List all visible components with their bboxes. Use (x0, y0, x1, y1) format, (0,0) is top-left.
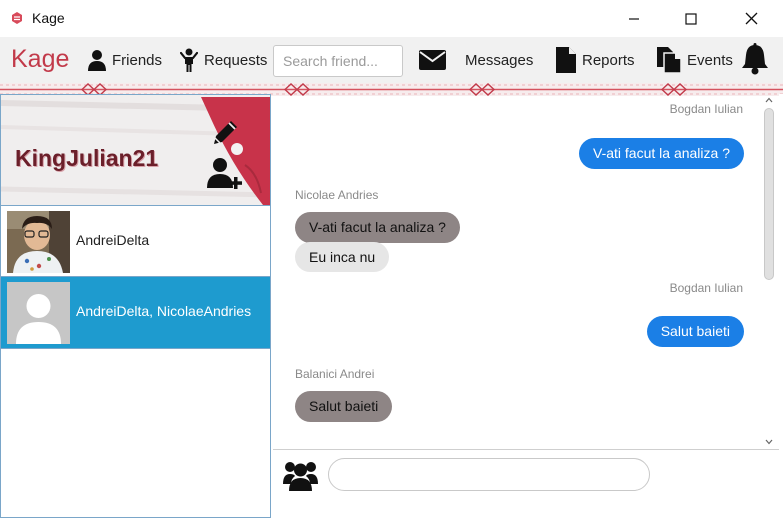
pencil-icon (214, 121, 237, 144)
window-title: Kage (32, 10, 65, 26)
kage-logo-icon (12, 12, 22, 24)
default-avatar-icon (7, 282, 70, 344)
document-icon (556, 47, 576, 73)
window-edge (779, 94, 783, 520)
scroll-up-button[interactable] (762, 94, 776, 106)
chevron-down-icon (765, 439, 773, 445)
message-input[interactable] (328, 458, 650, 491)
conversation-item[interactable]: AndreiDelta (1, 205, 270, 277)
user-photo (7, 211, 70, 273)
bell-icon (742, 43, 768, 75)
chevron-up-icon (765, 97, 773, 103)
nav-bar: Kage Friends Requests Messages Reports (0, 37, 783, 83)
composer-divider (273, 449, 783, 450)
title-bar: Kage (0, 0, 783, 37)
chat-messages: Bogdan Iulian V-ati facut la analiza ? N… (273, 94, 779, 448)
nav-requests[interactable]: Requests (180, 45, 267, 75)
scroll-down-button[interactable] (762, 436, 776, 448)
minimize-icon (629, 17, 639, 20)
conversation-name: AndreiDelta, NicolaeAndries (76, 303, 252, 319)
close-icon (745, 12, 757, 25)
nav-messages[interactable]: Messages (419, 45, 533, 75)
add-friend-button[interactable] (207, 157, 245, 189)
conversation-item-selected[interactable]: AndreiDelta, NicolaeAndries (1, 277, 270, 349)
message-bubble-received: Salut baieti (295, 391, 393, 422)
nav-messages-label: Messages (465, 51, 534, 69)
search-friend-input[interactable] (273, 45, 403, 77)
envelope-icon (419, 50, 446, 70)
maximize-icon (685, 12, 697, 25)
minimize-button[interactable] (611, 0, 657, 37)
avatar (7, 211, 70, 273)
documents-icon (657, 47, 681, 73)
message-sender: Nicolae Andries (295, 188, 379, 202)
avatar (7, 282, 70, 344)
add-user-icon (207, 158, 242, 189)
nav-friends[interactable]: Friends (88, 45, 162, 75)
profile-username: KingJulian21 (15, 145, 159, 171)
close-button[interactable] (728, 0, 774, 37)
group-members-button[interactable] (283, 457, 318, 492)
notifications-button[interactable] (740, 43, 776, 75)
conversation-list: AndreiDelta AndreiDelta, NicolaeAndries (1, 205, 270, 349)
group-icon (283, 462, 318, 491)
message-bubble-received: V-ati facut la analiza ? (295, 212, 460, 243)
message-sender: Balanici Andrei (295, 367, 375, 381)
maximize-button[interactable] (668, 0, 714, 37)
nav-events[interactable]: Events (657, 45, 733, 75)
message-bubble-received: Eu inca nu (295, 242, 390, 272)
nav-reports[interactable]: Reports (556, 45, 635, 75)
message-bubble-sent: Salut baieti (646, 316, 744, 347)
edit-profile-button[interactable] (211, 117, 241, 147)
person-waving-icon (180, 48, 198, 72)
scroll-thumb[interactable] (764, 108, 774, 280)
message-sender: Bogdan Iulian (669, 102, 743, 116)
message-bubble-sent: V-ati facut la analiza ? (579, 138, 744, 169)
conversation-name: AndreiDelta (76, 232, 150, 248)
person-icon (88, 50, 106, 71)
left-panel: KingJulian21 AndreiDelta AndreiDelta, Ni… (0, 94, 271, 518)
nav-events-label: Events (687, 51, 733, 69)
message-sender: Bogdan Iulian (669, 281, 743, 295)
chat-scrollbar[interactable] (762, 94, 776, 448)
profile-card: KingJulian21 (1, 95, 270, 205)
nav-requests-label: Requests (204, 51, 268, 69)
nav-reports-label: Reports (582, 51, 635, 69)
nav-friends-label: Friends (112, 51, 163, 69)
brand-logo[interactable]: Kage (11, 45, 69, 74)
